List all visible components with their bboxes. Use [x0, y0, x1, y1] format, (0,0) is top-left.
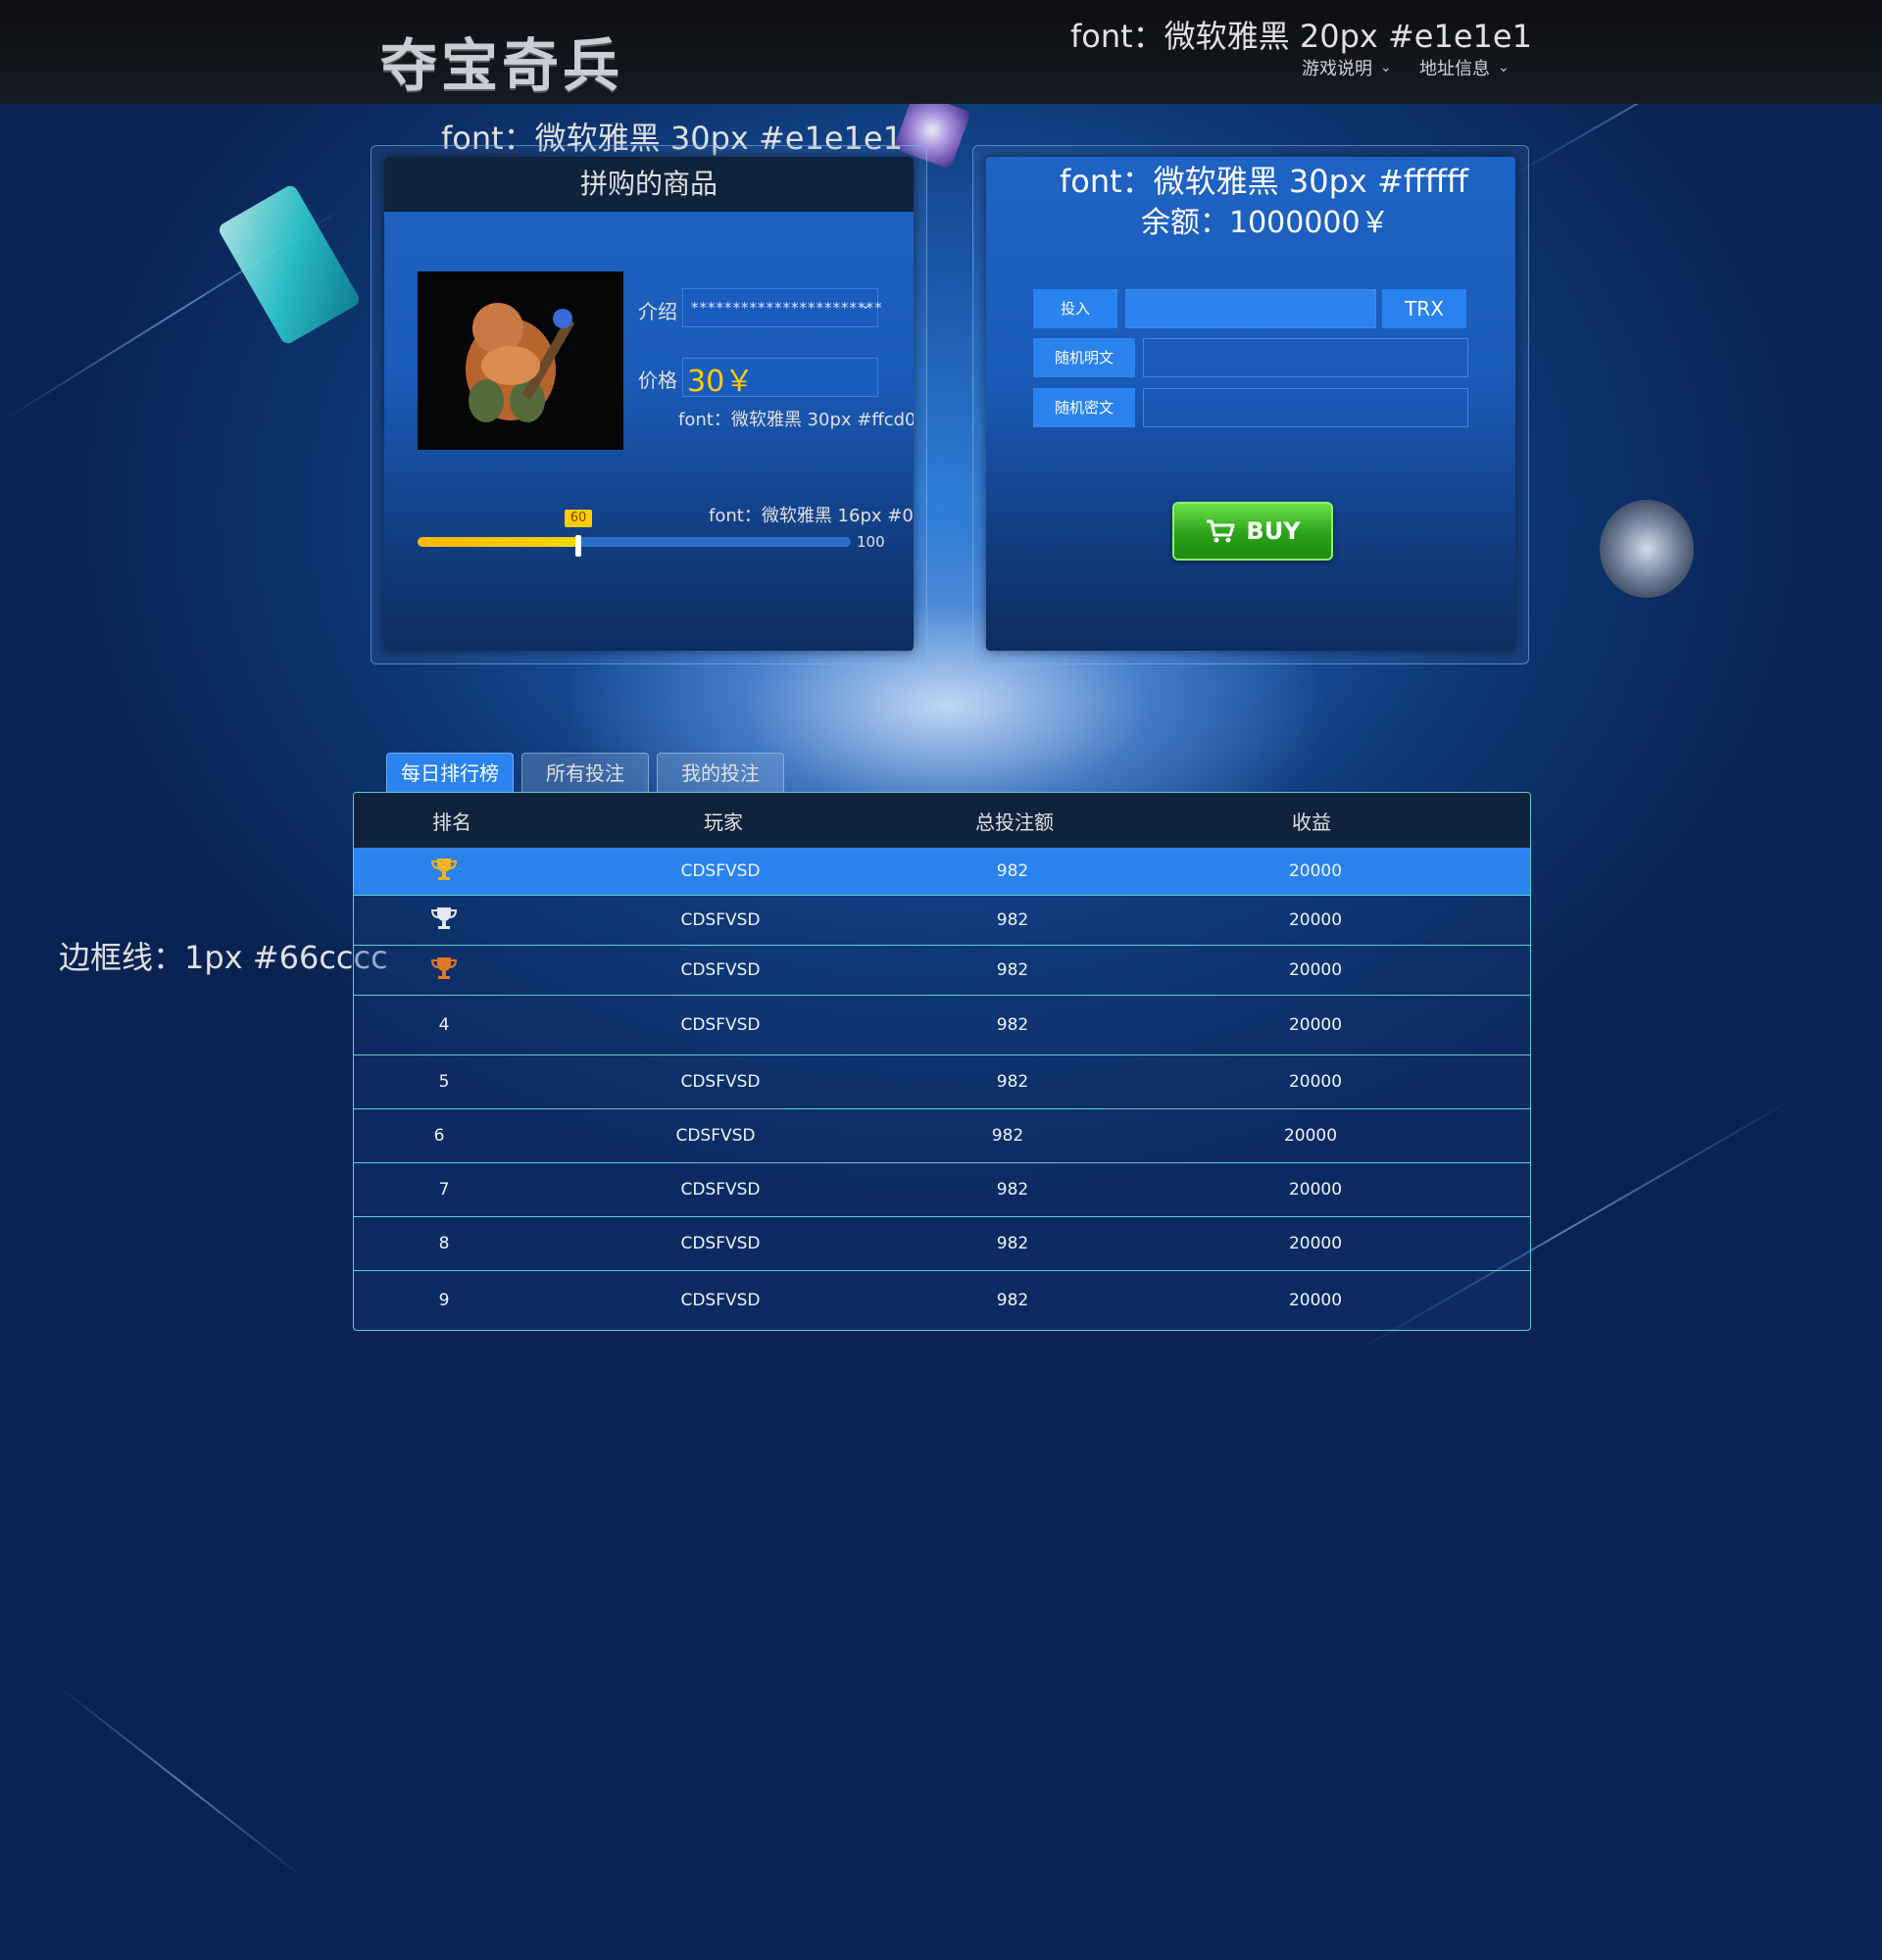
top-bar: 夺宝奇兵 font：微软雅黑 20px #e1e1e1 游戏说明 ⌄ 地址信息 … — [0, 0, 1882, 104]
table-row[interactable]: 6 CDSFVSD 982 20000 — [354, 1108, 1530, 1162]
price-field[interactable]: 30￥ — [682, 358, 878, 399]
table-row[interactable]: CDSFVSD 982 20000 — [354, 848, 1530, 895]
profit-cell: 20000 — [1288, 1291, 1343, 1310]
trophy-bronze-icon — [429, 956, 459, 986]
table-body: CDSFVSD 982 20000 CDSFVSD 982 20000 CDSFVSD 982… — [354, 848, 1530, 1330]
nav-label: 地址信息 — [1419, 59, 1490, 79]
right-panel-font-note: font：微软雅黑 30px #ffffff — [1060, 163, 1468, 200]
table-row[interactable]: CDSFVSD 982 20000 — [354, 895, 1530, 945]
bet-cell: 982 — [996, 1180, 1029, 1200]
chevron-down-icon: ⌄ — [1380, 60, 1392, 75]
nav-item-game-guide[interactable]: 游戏说明 ⌄ — [1302, 55, 1392, 80]
border-font-note: 边框线：1px #66cccc — [59, 939, 388, 976]
table-row[interactable]: CDSFVSD 982 20000 — [354, 945, 1530, 995]
bet-cell: 982 — [996, 1234, 1029, 1253]
progress-slider[interactable]: 60 — [418, 510, 851, 557]
profit-cell: 20000 — [1283, 1126, 1338, 1146]
bet-cell: 982 — [996, 1291, 1029, 1310]
skull-shield-icon — [1600, 500, 1694, 598]
table-row[interactable]: 7 CDSFVSD 982 20000 — [354, 1162, 1530, 1216]
invest-input[interactable] — [1125, 289, 1376, 328]
rank-cell: 7 — [438, 1180, 450, 1200]
trophy-gold-icon — [429, 857, 459, 887]
intro-value: *********************** — [691, 299, 883, 317]
player-cell: CDSFVSD — [680, 910, 761, 930]
nav-label: 游戏说明 — [1302, 59, 1372, 79]
product-image — [418, 271, 623, 450]
bet-cell: 982 — [996, 910, 1029, 930]
nav-item-address-info[interactable]: 地址信息 ⌄ — [1419, 55, 1510, 80]
buy-label: BUY — [1246, 517, 1301, 545]
cart-icon — [1207, 519, 1235, 543]
profit-cell: 20000 — [1288, 1234, 1343, 1253]
invest-label: 投入 — [1033, 289, 1117, 328]
header-player: 玩家 — [704, 809, 743, 834]
game-logo: 夺宝奇兵 — [380, 32, 624, 99]
table-row[interactable]: 4 CDSFVSD 982 20000 — [354, 995, 1530, 1054]
currency-trx-button[interactable]: TRX — [1382, 289, 1466, 328]
balance-text: 余额：1000000￥ — [1141, 206, 1390, 240]
tab-all-bets[interactable]: 所有投注 — [521, 753, 649, 793]
profit-cell: 20000 — [1288, 1180, 1343, 1200]
rank-cell: 5 — [438, 1072, 450, 1092]
table-row[interactable]: 5 CDSFVSD 982 20000 — [354, 1054, 1530, 1108]
plaintext-input[interactable] — [1143, 338, 1468, 377]
slider-handle[interactable] — [575, 535, 581, 557]
ranking-table: 排名 玩家 总投注额 收益 CDSFVSD 982 20000 CDSFVSD 982 2… — [353, 792, 1531, 1331]
chevron-down-icon: ⌄ — [860, 297, 871, 313]
header-total-bet: 总投注额 — [975, 809, 1054, 834]
dwarf-warrior-icon — [466, 303, 575, 422]
leaderboard-tabs: 每日排行榜 所有投注 我的投注 — [386, 753, 784, 793]
bet-cell: 982 — [996, 861, 1029, 881]
header-profit: 收益 — [1292, 809, 1331, 834]
slider-font-note: font：微软雅黑 16px #003a7f — [709, 506, 914, 526]
table-row[interactable]: 9 CDSFVSD 982 20000 — [354, 1270, 1530, 1330]
profit-cell: 20000 — [1288, 910, 1343, 930]
player-cell: CDSFVSD — [680, 1015, 761, 1035]
rank-cell: 8 — [438, 1234, 450, 1253]
profit-cell: 20000 — [1288, 960, 1343, 980]
plaintext-label: 随机明文 — [1033, 338, 1135, 377]
trophy-silver-icon — [429, 906, 459, 936]
tab-my-bets[interactable]: 我的投注 — [657, 753, 784, 793]
rank-cell: 4 — [438, 1015, 450, 1035]
intro-label: 介绍 — [638, 300, 677, 323]
table-header: 排名 玩家 总投注额 收益 — [354, 793, 1530, 848]
intro-select[interactable]: *********************** ⌄ — [682, 288, 882, 327]
rank-cell: 6 — [433, 1126, 445, 1146]
ciphertext-input[interactable] — [1143, 388, 1468, 427]
ciphertext-label: 随机密文 — [1033, 388, 1135, 427]
player-cell: CDSFVSD — [680, 1180, 761, 1200]
bet-cell: 982 — [996, 960, 1029, 980]
slider-max-label: 100 — [857, 533, 885, 551]
bet-cell: 982 — [996, 1015, 1029, 1035]
product-panel-title: 拼购的商品 — [384, 157, 914, 212]
profit-cell: 20000 — [1288, 861, 1343, 881]
header-rank: 排名 — [432, 809, 471, 834]
buy-button[interactable]: BUY — [1172, 502, 1333, 561]
bet-cell: 982 — [991, 1126, 1024, 1146]
chevron-down-icon: ⌄ — [1498, 60, 1510, 75]
price-font-note: font：微软雅黑 30px #ffcd01 — [678, 410, 914, 430]
header-font-note: font：微软雅黑 20px #e1e1e1 — [1070, 18, 1532, 55]
slider-fill — [418, 537, 578, 547]
slider-value-tag: 60 — [565, 510, 592, 527]
price-label: 价格 — [638, 368, 677, 392]
player-cell: CDSFVSD — [680, 1234, 761, 1253]
player-cell: CDSFVSD — [680, 960, 761, 980]
product-panel: 拼购的商品 介绍 *********************** ⌄ 价格 30… — [384, 157, 914, 651]
decor-line — [58, 1686, 307, 1881]
player-cell: CDSFVSD — [675, 1126, 756, 1146]
purchase-panel: font：微软雅黑 30px #ffffff 余额：1000000￥ 投入 TR… — [986, 157, 1515, 651]
player-cell: CDSFVSD — [680, 1291, 761, 1310]
rank-cell: 9 — [438, 1291, 450, 1310]
price-value: 30￥ — [687, 365, 755, 399]
profit-cell: 20000 — [1288, 1015, 1343, 1035]
profit-cell: 20000 — [1288, 1072, 1343, 1092]
player-cell: CDSFVSD — [680, 1072, 761, 1092]
bet-cell: 982 — [996, 1072, 1029, 1092]
player-cell: CDSFVSD — [680, 861, 761, 881]
table-row[interactable]: 8 CDSFVSD 982 20000 — [354, 1216, 1530, 1270]
tab-daily-ranking[interactable]: 每日排行榜 — [386, 753, 514, 793]
